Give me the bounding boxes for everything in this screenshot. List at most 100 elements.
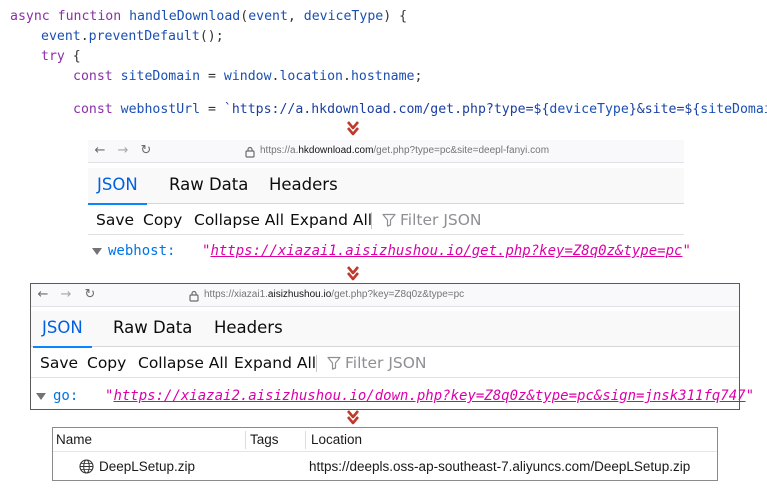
code-token: . [80, 29, 89, 44]
code-token: = [200, 69, 224, 84]
code-line: event.preventDefault(); [41, 27, 224, 47]
filter-icon [327, 356, 341, 370]
arrow-down-icon [345, 120, 361, 138]
tab-headers[interactable]: Headers [205, 311, 292, 347]
back-button[interactable]: ← [35, 287, 51, 303]
filter-json-input[interactable]: Filter JSON [382, 205, 482, 235]
filter-json-input[interactable]: Filter JSON [327, 348, 427, 378]
column-header-name[interactable]: Name [56, 428, 92, 452]
expand-triangle-icon[interactable] [36, 393, 46, 400]
code-line: const siteDomain = window.location.hostn… [73, 67, 422, 87]
file-location[interactable]: https://deepls.oss-ap-southeast-7.aliyun… [309, 453, 690, 480]
code-token: hostname [350, 69, 415, 84]
save-button[interactable]: Save [96, 205, 134, 235]
file-list-header: Name Tags Location [53, 428, 717, 452]
json-viewer-window-2: ← → ↻ https://xiazai1.aisizhushou.io/get… [30, 283, 754, 410]
code-token: location [279, 69, 343, 84]
code-token: = [200, 102, 224, 117]
json-key: go: [53, 388, 79, 404]
code-token: webhostUrl [120, 102, 201, 117]
json-row[interactable]: webhost: "https://xiazai1.aisizhushou.io… [88, 240, 691, 262]
code-token: ( [240, 9, 249, 24]
tab-headers[interactable]: Headers [260, 168, 347, 204]
code-token: }&site=${ [628, 102, 701, 117]
file-row[interactable]: DeepLSetup.zip https://deepls.oss-ap-sou… [53, 453, 717, 480]
code-token: siteDomain [700, 102, 767, 117]
copy-button[interactable]: Copy [87, 348, 126, 378]
code-token: event [41, 29, 81, 44]
file-name[interactable]: DeepLSetup.zip [99, 453, 195, 480]
reload-button[interactable]: ↻ [138, 143, 154, 159]
back-button[interactable]: ← [92, 143, 108, 159]
code-token: { [64, 49, 81, 64]
code-line: const webhostUrl = `https://a.hkdownload… [73, 100, 767, 120]
code-token: deviceType [303, 9, 384, 24]
url-prefix: https://a. [260, 145, 299, 156]
code-line: try { [41, 47, 81, 67]
globe-icon [79, 459, 94, 474]
url-text[interactable]: https://xiazai1.aisizhushou.io/get.php?k… [204, 289, 464, 300]
expand-all-button[interactable]: Expand All [234, 348, 316, 378]
column-header-location[interactable]: Location [311, 428, 362, 452]
address-bar: ← → ↻ https://xiazai1.aisizhushou.io/get… [31, 284, 739, 307]
code-token: deviceType [549, 102, 629, 117]
code-token: preventDefault [88, 29, 200, 44]
code-token: siteDomain [120, 69, 201, 84]
code-token: `https://a.hkdownload.com/get.php?type=$… [223, 102, 550, 117]
arrow-down-icon [345, 409, 361, 427]
tab-json[interactable]: JSON [88, 168, 147, 205]
column-divider[interactable] [245, 431, 246, 449]
lock-icon [188, 289, 200, 302]
forward-button[interactable]: → [115, 143, 131, 159]
tab-raw-data[interactable]: Raw Data [104, 311, 201, 347]
save-button[interactable]: Save [40, 348, 78, 378]
expand-triangle-icon[interactable] [92, 248, 102, 255]
collapse-all-button[interactable]: Collapse All [194, 205, 284, 235]
tab-raw-data[interactable]: Raw Data [160, 168, 257, 204]
code-token: (); [199, 29, 224, 44]
quote-mark: " [745, 388, 755, 404]
json-value: "https://xiazai1.aisizhushou.io/get.php?… [202, 240, 691, 262]
arrow-down-icon [345, 265, 361, 283]
url-path: /get.php?type=pc&site=deepl-fanyi.com [373, 145, 550, 156]
json-value-link[interactable]: https://xiazai2.aisizhushou.io/down.php?… [113, 388, 745, 404]
viewer-tabs: JSON Raw Data Headers [31, 311, 739, 348]
quote-mark: " [682, 243, 691, 259]
address-bar: ← → ↻ https://a.hkdownload.com/get.php?t… [88, 140, 684, 163]
json-viewer-window-1: ← → ↻ https://a.hkdownload.com/get.php?t… [88, 140, 691, 266]
code-token: const [73, 102, 121, 117]
json-row[interactable]: go: "https://xiazai2.aisizhushou.io/down… [31, 385, 754, 407]
code-token: , [287, 9, 304, 24]
code-token: async function [10, 9, 130, 24]
copy-button[interactable]: Copy [143, 205, 182, 235]
code-token: handleDownload [129, 9, 241, 24]
lock-icon [244, 145, 256, 158]
url-host: hkdownload.com [298, 145, 374, 156]
code-token: try [41, 49, 65, 64]
collapse-all-button[interactable]: Collapse All [138, 348, 228, 378]
code-token: const [73, 69, 121, 84]
toolbar-divider [316, 355, 317, 372]
filter-placeholder: Filter JSON [345, 354, 427, 372]
column-header-tags[interactable]: Tags [250, 428, 279, 452]
code-token: window [223, 69, 272, 84]
url-prefix: https://xiazai1. [204, 289, 268, 300]
code-token: ; [414, 69, 423, 84]
tab-json[interactable]: JSON [33, 311, 92, 348]
toolbar-divider [371, 212, 372, 229]
column-divider[interactable] [305, 431, 306, 449]
code-snippet: async function handleDownload(event, dev… [10, 7, 767, 127]
code-token: . [343, 69, 351, 84]
code-line: async function handleDownload(event, dev… [10, 7, 407, 27]
json-toolbar: Save Copy Collapse All Expand All Filter… [31, 348, 739, 378]
reload-button[interactable]: ↻ [82, 287, 98, 303]
forward-button[interactable]: → [58, 287, 74, 303]
url-text[interactable]: https://a.hkdownload.com/get.php?type=pc… [260, 145, 549, 156]
code-token: event [248, 9, 288, 24]
url-path: /get.php?key=Z8q0z&type=pc [331, 289, 465, 300]
json-key: webhost: [108, 243, 176, 259]
expand-all-button[interactable]: Expand All [290, 205, 372, 235]
json-value-link[interactable]: https://xiazai1.aisizhushou.io/get.php?k… [210, 243, 682, 259]
filter-placeholder: Filter JSON [400, 211, 482, 229]
json-value: "https://xiazai2.aisizhushou.io/down.php… [105, 385, 754, 407]
